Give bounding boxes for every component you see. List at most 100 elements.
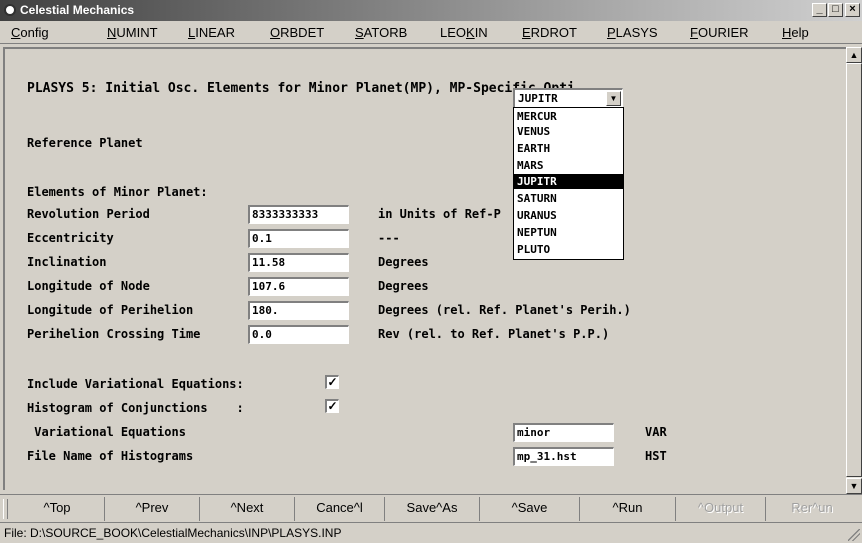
perihelion-crossing-time-input[interactable]: 0.0 <box>248 325 349 344</box>
rerun-button[interactable]: Rer^un <box>766 497 858 521</box>
revolution-period-label: Revolution Period <box>27 207 150 221</box>
menu-rest: LASYS <box>615 25 658 40</box>
menu-help[interactable]: Help <box>782 25 809 40</box>
longitude-of-perihelion-label: Longitude of Perihelion <box>27 303 194 317</box>
menu-rest: INEAR <box>195 25 235 40</box>
menu-accel: O <box>270 25 281 40</box>
menu-accel-pre: LEO <box>440 25 467 40</box>
longitude-of-node-unit: Degrees <box>378 279 429 293</box>
menu-bar: Config NUMINT LINEAR ORBDET SATORB LEOKI… <box>0 21 862 44</box>
variational-file-ext: VAR <box>645 425 667 439</box>
output-button[interactable]: ^Output <box>676 497 766 521</box>
menu-erdrot[interactable]: ERDROT <box>522 25 577 40</box>
option-mercur[interactable]: MERCUR <box>514 109 623 124</box>
scroll-down-icon[interactable]: ▼ <box>846 478 862 494</box>
variational-file-input[interactable]: minor <box>513 423 614 442</box>
menu-plasys[interactable]: PLASYS <box>607 25 658 40</box>
reference-planet-value: JUPITR <box>518 92 558 105</box>
close-button[interactable]: × <box>845 3 860 17</box>
save-as-button[interactable]: Save^As <box>385 497 480 521</box>
menu-rest: onfig <box>20 25 49 40</box>
window-title: Celestial Mechanics <box>20 3 135 17</box>
menu-accel: K <box>466 25 475 40</box>
option-venus[interactable]: VENUS <box>514 124 623 139</box>
longitude-of-perihelion-input[interactable]: 180. <box>248 301 349 320</box>
perihelion-crossing-time-label: Perihelion Crossing Time <box>27 327 201 341</box>
revolution-period-input[interactable]: 8333333333 <box>248 205 349 224</box>
perihelion-crossing-time-unit: Rev (rel. to Ref. Planet's P.P.) <box>378 327 610 341</box>
next-button[interactable]: ^Next <box>200 497 295 521</box>
menu-rest: RDROT <box>530 25 577 40</box>
menu-rest: IN <box>474 25 488 40</box>
eccentricity-input[interactable]: 0.1 <box>248 229 349 248</box>
resize-grip-icon[interactable] <box>848 529 860 541</box>
reference-planet-select[interactable]: JUPITR ▼ <box>513 88 623 108</box>
histogram-checkbox[interactable]: ✓ <box>325 399 339 413</box>
option-earth[interactable]: EARTH <box>514 141 623 156</box>
option-pluto[interactable]: PLUTO <box>514 242 623 257</box>
form-panel: PLASYS 5: Initial Osc. Elements for Mino… <box>3 47 846 490</box>
title-bar: Celestial Mechanics _ □ × <box>0 0 862 21</box>
option-jupitr[interactable]: JUPITR <box>514 174 623 189</box>
option-neptun[interactable]: NEPTUN <box>514 225 623 240</box>
menu-rest: OURIER <box>697 25 749 40</box>
menu-accel: F <box>690 25 698 40</box>
menu-satorb[interactable]: SATORB <box>355 25 407 40</box>
menu-accel: S <box>355 25 364 40</box>
histogram-check-label: Histogram of Conjunctions : <box>27 401 244 415</box>
app-window: Celestial Mechanics _ □ × Config NUMINT … <box>0 0 862 543</box>
menu-leokin[interactable]: LEOKIN <box>440 25 488 40</box>
menu-rest: ATORB <box>363 25 408 40</box>
bottom-toolbar: ^Top ^Prev ^Next Cance^l Save^As ^Save ^… <box>0 494 862 522</box>
option-mars[interactable]: MARS <box>514 158 623 173</box>
scroll-up-icon[interactable]: ▲ <box>846 47 862 63</box>
menu-orbdet[interactable]: ORBDET <box>270 25 324 40</box>
menu-config[interactable]: Config <box>11 25 49 40</box>
histogram-file-label: File Name of Histograms <box>27 449 194 463</box>
menu-accel: N <box>107 25 117 40</box>
chevron-down-icon[interactable]: ▼ <box>606 91 621 106</box>
variational-equations-check-label: Include Variational Equations: <box>27 377 244 391</box>
histogram-file-input[interactable]: mp_31.hst <box>513 447 614 466</box>
top-button[interactable]: ^Top <box>10 497 105 521</box>
reference-planet-dropdown: MERCUR VENUS EARTH MARS JUPITR SATURN UR… <box>513 107 624 260</box>
menu-rest: elp <box>791 25 809 40</box>
app-icon <box>4 4 16 16</box>
menu-accel: H <box>782 25 792 40</box>
option-uranus[interactable]: URANUS <box>514 208 623 223</box>
menu-fourier[interactable]: FOURIER <box>690 25 749 40</box>
longitude-of-perihelion-unit: Degrees (rel. Ref. Planet's Perih.) <box>378 303 631 317</box>
scroll-thumb[interactable] <box>846 63 862 477</box>
vertical-scrollbar[interactable]: ▲ ▼ <box>846 47 862 494</box>
cancel-button[interactable]: Cance^l <box>295 497 385 521</box>
menu-accel: P <box>607 25 616 40</box>
prev-button[interactable]: ^Prev <box>105 497 200 521</box>
page-title: PLASYS 5: Initial Osc. Elements for Mino… <box>27 81 575 96</box>
maximize-button[interactable]: □ <box>828 3 843 17</box>
inclination-unit: Degrees <box>378 255 429 269</box>
menu-rest: UMINT <box>116 25 158 40</box>
longitude-of-node-label: Longitude of Node <box>27 279 150 293</box>
run-button[interactable]: ^Run <box>580 497 676 521</box>
reference-planet-label: Reference Planet <box>27 136 143 150</box>
variational-equations-checkbox[interactable]: ✓ <box>325 375 339 389</box>
eccentricity-label: Eccentricity <box>27 231 114 245</box>
menu-linear[interactable]: LINEAR <box>188 25 235 40</box>
menu-accel: C <box>11 25 21 40</box>
histogram-file-ext: HST <box>645 449 667 463</box>
menu-accel: E <box>522 25 531 40</box>
status-bar: File: D:\SOURCE_BOOK\CelestialMechanics\… <box>0 522 862 543</box>
variational-file-label: Variational Equations <box>27 425 186 439</box>
status-file-path: File: D:\SOURCE_BOOK\CelestialMechanics\… <box>4 526 342 540</box>
minimize-button[interactable]: _ <box>812 3 827 17</box>
menu-numint[interactable]: NUMINT <box>107 25 158 40</box>
inclination-label: Inclination <box>27 255 107 269</box>
eccentricity-unit: --- <box>378 231 400 245</box>
elements-heading: Elements of Minor Planet: <box>27 185 208 199</box>
toolbar-grip <box>3 499 8 519</box>
save-button[interactable]: ^Save <box>480 497 580 521</box>
option-saturn[interactable]: SATURN <box>514 191 623 206</box>
inclination-input[interactable]: 11.58 <box>248 253 349 272</box>
longitude-of-node-input[interactable]: 107.6 <box>248 277 349 296</box>
menu-rest: RBDET <box>280 25 325 40</box>
